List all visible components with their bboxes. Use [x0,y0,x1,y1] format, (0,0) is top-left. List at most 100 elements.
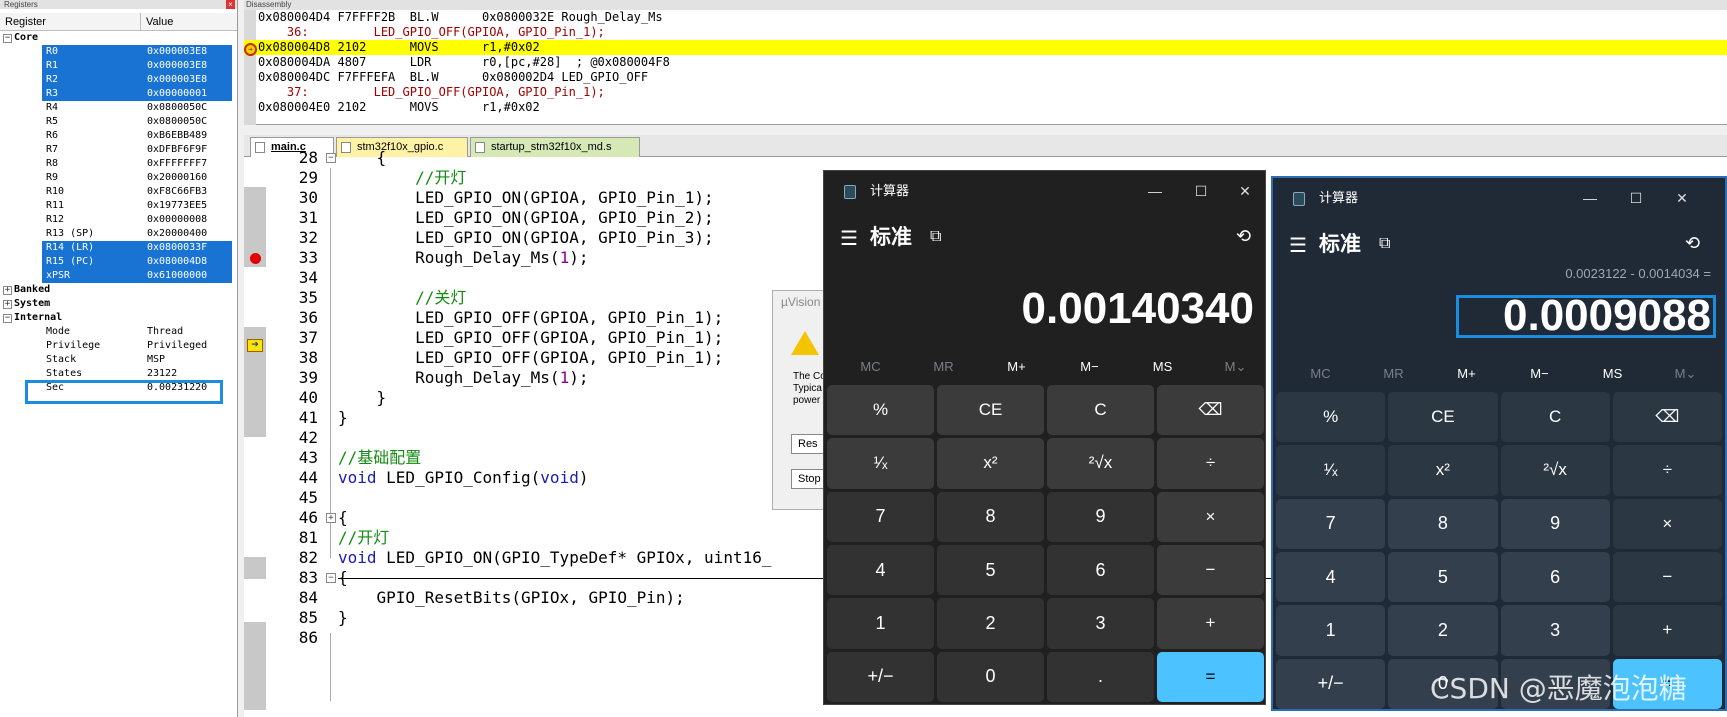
register-group-banked[interactable]: + Banked [0,283,237,297]
code-text[interactable]: { [338,507,348,529]
history-icon[interactable]: ⟲ [1236,225,1251,247]
calc-key[interactable]: ÷ [1612,445,1722,496]
register-row[interactable]: R14 (LR) 0x0800033F [42,241,232,255]
maximize-icon[interactable]: ☐ [1613,184,1659,212]
calc-key[interactable]: + [1612,605,1722,656]
register-value[interactable]: 0x0800050C [147,115,207,129]
memory-button[interactable]: M+ [980,357,1053,377]
register-row[interactable]: Privilege Privileged [0,339,237,353]
disassembly-line[interactable]: 36: LED_GPIO_OFF(GPIOA, GPIO_Pin_1); [258,25,605,40]
fold-collapse-icon[interactable]: − [326,573,336,583]
memory-button[interactable]: M⌄ [1649,364,1722,384]
calc-key[interactable]: % [827,385,934,436]
code-text[interactable]: //基础配置 [338,447,421,469]
code-text[interactable]: void LED_GPIO_Config(void) [338,467,588,489]
register-row[interactable]: R4 0x0800050C [0,101,237,115]
register-group-system[interactable]: + System [0,297,237,311]
calc-key[interactable]: C [1047,385,1154,436]
code-text[interactable]: LED_GPIO_OFF(GPIOA, GPIO_Pin_1); [338,307,723,329]
register-value[interactable]: 0x61000000 [147,269,207,283]
code-text[interactable]: } [338,407,348,429]
register-row[interactable]: R13 (SP) 0x20000400 [0,227,237,241]
code-text[interactable]: } [338,607,348,629]
expand-icon[interactable]: + [3,300,12,309]
calc-key[interactable]: − [1612,551,1722,603]
minimize-icon[interactable]: — [1132,177,1178,205]
memory-button[interactable]: M⌄ [1199,357,1265,377]
calc-key[interactable]: 9 [1047,491,1154,542]
register-value[interactable]: 23122 [147,367,177,381]
menu-icon[interactable]: ☰ [840,229,858,249]
disassembly-line[interactable]: 0x080004DC F7FFFEFA BL.W 0x080002D4 LED_… [258,70,648,85]
calc-key[interactable]: ²√x [1047,438,1154,489]
calc-key[interactable]: − [1157,544,1264,596]
memory-button[interactable]: M− [1053,357,1126,377]
calc-key[interactable]: ²√x [1500,445,1610,496]
calc-key[interactable]: CE [1388,392,1498,443]
calc-key[interactable]: 7 [1276,498,1386,549]
calc-key[interactable]: CE [937,385,1044,436]
memory-button[interactable]: MC [1284,364,1357,384]
calc-key[interactable]: ¹⁄ₓ [827,438,934,489]
register-value[interactable]: 0x080004D8 [147,255,207,269]
fold-collapse-icon[interactable]: − [326,153,336,163]
disassembly-line[interactable]: 37: LED_GPIO_OFF(GPIOA, GPIO_Pin_1); [258,85,605,100]
memory-button[interactable]: M+ [1430,364,1503,384]
calc-key[interactable]: C [1500,392,1610,443]
history-icon[interactable]: ⟲ [1685,232,1700,254]
code-text[interactable]: //开灯 [338,527,389,549]
current-instruction-line[interactable]: 0x080004D8 2102 MOVS r1,#0x02 [244,40,1727,55]
calc-key[interactable]: 3 [1047,598,1154,649]
calc-key[interactable]: . [1047,651,1154,702]
calc-key[interactable]: 1 [827,598,934,649]
register-row[interactable]: R2 0x000003E8 [42,73,232,87]
code-text[interactable]: GPIO_ResetBits(GPIOx, GPIO_Pin); [338,587,685,609]
calc-key[interactable]: 6 [1500,551,1610,603]
memory-button[interactable]: MS [1126,357,1199,377]
calc-key[interactable]: 4 [1276,551,1386,603]
memory-button[interactable]: MC [834,357,907,377]
calc-key[interactable]: + [1157,598,1264,649]
keep-on-top-icon[interactable]: ⧉ [930,227,941,247]
code-text[interactable]: { [338,147,387,169]
calc-key[interactable]: 6 [1047,544,1154,596]
calc-key[interactable]: 9 [1500,498,1610,549]
register-row[interactable]: Mode Thread [0,325,237,339]
maximize-icon[interactable]: ☐ [1178,177,1224,205]
code-text[interactable]: Rough_Delay_Ms(1); [338,367,588,389]
register-row[interactable]: R0 0x000003E8 [42,45,232,59]
register-value[interactable]: 0x000003E8 [147,45,207,59]
register-group-core[interactable]: − Core [0,31,237,45]
calc-key[interactable]: × [1157,491,1264,542]
calc-key[interactable]: 2 [937,598,1044,649]
register-value[interactable]: 0x0800033F [147,241,207,255]
memory-button[interactable]: MR [907,357,980,377]
calc-key[interactable]: 8 [937,491,1044,542]
menu-icon[interactable]: ☰ [1289,236,1307,256]
keep-on-top-icon[interactable]: ⧉ [1379,234,1390,254]
calc-key[interactable]: x² [937,438,1044,489]
code-text[interactable]: //关灯 [338,287,466,309]
register-row[interactable]: R10 0xF8C66FB3 [0,185,237,199]
fold-expand-icon[interactable]: + [326,513,336,523]
disassembly-line[interactable]: 0x080004E0 2102 MOVS r1,#0x02 [258,100,540,115]
collapse-icon[interactable]: − [3,314,12,323]
register-value[interactable]: 0xF8C66FB3 [147,185,207,199]
register-value[interactable]: 0x20000400 [147,227,207,241]
register-row[interactable]: R11 0x19773EE5 [0,199,237,213]
col-register[interactable]: Register [0,13,141,30]
code-text[interactable]: LED_GPIO_OFF(GPIOA, GPIO_Pin_1); [338,347,723,369]
calc-key[interactable]: % [1276,392,1386,443]
register-value[interactable]: MSP [147,353,165,367]
calc-key[interactable]: 0 [937,651,1044,702]
register-row[interactable]: Stack MSP [0,353,237,367]
register-row[interactable]: R12 0x00000008 [0,213,237,227]
register-value[interactable]: 0x19773EE5 [147,199,207,213]
register-row[interactable]: R9 0x20000160 [0,171,237,185]
code-text[interactable]: Rough_Delay_Ms(1); [338,247,588,269]
register-value[interactable]: 0xB6EBB489 [147,129,207,143]
disassembly-gutter[interactable] [244,10,256,125]
code-text[interactable]: LED_GPIO_OFF(GPIOA, GPIO_Pin_1); [338,327,723,349]
calc-key[interactable]: × [1612,498,1722,549]
register-row[interactable]: R8 0xFFFFFFF7 [0,157,237,171]
